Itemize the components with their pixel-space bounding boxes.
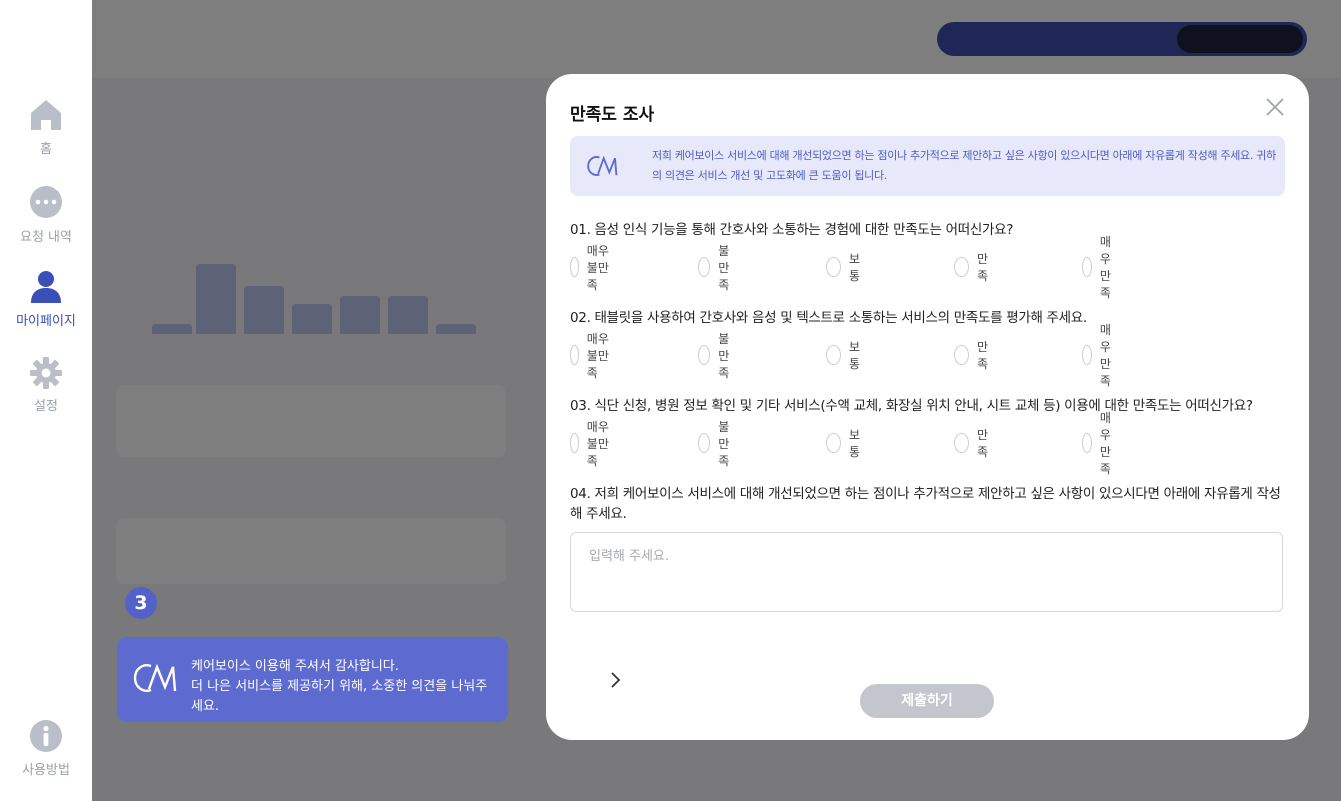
question-3: 03. 식단 신청, 병원 정보 확인 및 기타 서비스(수액 교체, 화장실 … — [570, 398, 1253, 414]
sidebar-item-label: 마이페이지 — [16, 314, 76, 329]
radio-button[interactable] — [826, 345, 842, 365]
option-very-satisfied[interactable]: 매우 만족 — [1082, 235, 1121, 300]
feedback-textarea[interactable] — [570, 532, 1283, 612]
sidebar-item-home[interactable]: 홈 — [0, 98, 92, 157]
option-label: 불만족 — [718, 419, 730, 468]
radio-button[interactable] — [1082, 433, 1092, 453]
sidebar-item-label: 사용방법 — [22, 763, 70, 778]
radio-button[interactable] — [954, 345, 970, 365]
option-dissatisfied[interactable]: 불만족 — [698, 332, 737, 380]
option-label: 매우 만족 — [1099, 411, 1111, 476]
step-badge: 3 — [125, 587, 157, 619]
option-label: 매우 불만족 — [586, 419, 609, 468]
option-label: 보통 — [849, 428, 861, 459]
option-label: 매우 만족 — [1099, 323, 1111, 388]
tooltip-line-1: 케어보이스 이용해 주셔서 감사합니다. — [191, 659, 399, 674]
radio-button[interactable] — [698, 345, 711, 365]
option-label: 보통 — [849, 252, 861, 283]
tooltip-text: 케어보이스 이용해 주셔서 감사합니다. 더 나은 서비스를 제공하기 위해, … — [191, 657, 491, 717]
chat-bubble-icon — [30, 186, 62, 218]
survey-notice: 저희 케어보이스 서비스에 대해 개선되었으면 하는 점이나 추가적으로 제안하… — [570, 136, 1285, 196]
guide-tooltip: 케어보이스 이용해 주셔서 감사합니다. 더 나은 서비스를 제공하기 위해, … — [117, 637, 508, 722]
option-label: 불만족 — [718, 243, 730, 292]
option-label: 보통 — [849, 340, 861, 371]
sidebar-item-label: 요청 내역 — [20, 230, 72, 245]
radio-button[interactable] — [954, 257, 970, 277]
question-4: 04. 저희 케어보이스 서비스에 대해 개선되었으면 하는 점이나 추가적으로… — [570, 486, 1281, 522]
sidebar-item-settings[interactable]: 설정 — [0, 357, 92, 414]
info-icon — [30, 720, 62, 752]
option-dissatisfied[interactable]: 불만족 — [698, 420, 737, 468]
option-very-satisfied[interactable]: 매우 만족 — [1082, 323, 1121, 388]
sidebar: 홈 요청 내역 마이페이지 설정 사용방법 — [0, 0, 92, 801]
carevoice-logo-icon — [133, 663, 177, 692]
sidebar-item-requests[interactable]: 요청 내역 — [0, 184, 92, 245]
sidebar-item-label: 홈 — [40, 142, 52, 157]
satisfaction-survey-modal: 만족도 조사 저희 케어보이스 서비스에 대해 개선되었으면 하는 점이나 추가… — [546, 74, 1309, 740]
tooltip-line-2: 더 나은 서비스를 제공하기 위해, 소중한 의견을 나눠주세요. — [191, 679, 488, 714]
option-label: 만족 — [977, 340, 989, 371]
modal-title: 만족도 조사 — [570, 105, 655, 125]
option-very-dissatisfied[interactable]: 매우 불만족 — [570, 420, 609, 468]
radio-button[interactable] — [570, 345, 579, 365]
option-neutral[interactable]: 보통 — [826, 340, 865, 371]
user-icon — [31, 271, 61, 303]
radio-button[interactable] — [1082, 257, 1092, 277]
question-2: 02. 태블릿을 사용하여 간호사와 음성 및 텍스트로 소통하는 서비스의 만… — [570, 310, 1087, 326]
option-satisfied[interactable]: 만족 — [954, 252, 993, 283]
option-neutral[interactable]: 보통 — [826, 428, 865, 459]
gear-icon — [30, 357, 62, 389]
radio-button[interactable] — [570, 257, 579, 277]
option-satisfied[interactable]: 만족 — [954, 428, 993, 459]
close-icon[interactable] — [1264, 96, 1286, 118]
radio-button[interactable] — [570, 433, 579, 453]
sidebar-item-mypage[interactable]: 마이페이지 — [0, 270, 92, 329]
option-label: 불만족 — [718, 331, 730, 380]
chevron-right-icon[interactable] — [606, 670, 626, 690]
option-label: 만족 — [977, 428, 989, 459]
option-neutral[interactable]: 보통 — [826, 252, 865, 283]
submit-button[interactable]: 제출하기 — [860, 684, 994, 718]
radio-button[interactable] — [826, 257, 842, 277]
notice-text: 저희 케어보이스 서비스에 대해 개선되었으면 하는 점이나 추가적으로 제안하… — [652, 149, 1276, 182]
option-satisfied[interactable]: 만족 — [954, 340, 993, 371]
radio-button[interactable] — [698, 433, 711, 453]
option-dissatisfied[interactable]: 불만족 — [698, 244, 737, 292]
carevoice-logo-icon — [587, 155, 618, 176]
option-label: 매우 만족 — [1099, 235, 1111, 300]
radio-button[interactable] — [1082, 345, 1092, 365]
home-icon — [31, 100, 61, 130]
option-label: 매우 불만족 — [586, 331, 609, 380]
option-label: 매우 불만족 — [586, 243, 609, 292]
question-1: 01. 음성 인식 기능을 통해 간호사와 소통하는 경험에 대한 만족도는 어… — [570, 222, 1014, 238]
radio-button[interactable] — [698, 257, 711, 277]
radio-button[interactable] — [954, 433, 970, 453]
sidebar-item-label: 설정 — [34, 399, 58, 414]
option-very-satisfied[interactable]: 매우 만족 — [1082, 411, 1121, 476]
option-very-dissatisfied[interactable]: 매우 불만족 — [570, 244, 609, 292]
radio-button[interactable] — [826, 433, 842, 453]
sidebar-item-guide[interactable]: 사용방법 — [0, 719, 92, 778]
option-very-dissatisfied[interactable]: 매우 불만족 — [570, 332, 609, 380]
option-label: 만족 — [977, 252, 989, 283]
